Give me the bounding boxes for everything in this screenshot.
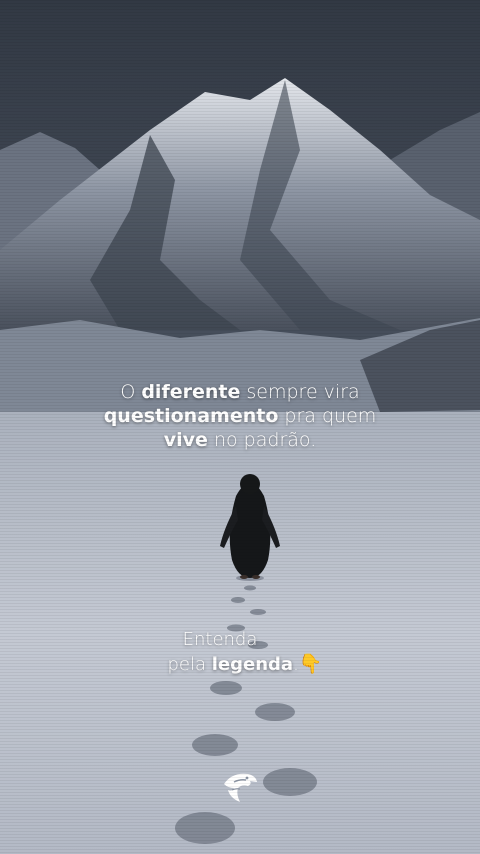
main-quote: O diferente sempre vira questionamento p… [0, 380, 480, 452]
eagle-head-icon [224, 773, 257, 802]
quote-text-2: sempre vira [240, 381, 360, 403]
quote-text-3: pra quem [278, 405, 377, 427]
cta-line-1: Entenda [182, 629, 258, 650]
caption-callout: Entenda pela legenda.👇 [0, 628, 480, 677]
quote-text-1: O [120, 381, 142, 403]
photo-scene: O diferente sempre vira questionamento p… [0, 0, 480, 854]
cta-bold-legenda: legenda [211, 654, 294, 675]
quote-text-4: no padrão. [207, 429, 317, 451]
quote-bold-questionamento: questionamento [103, 405, 279, 427]
cta-text: pela [167, 654, 212, 675]
quote-bold-vive: vive [163, 429, 208, 451]
cta-line-2: pela legenda.👇 [10, 652, 480, 677]
pointing-down-hand-icon: 👇 [298, 653, 323, 675]
quote-bold-diferente: diferente [141, 381, 241, 403]
